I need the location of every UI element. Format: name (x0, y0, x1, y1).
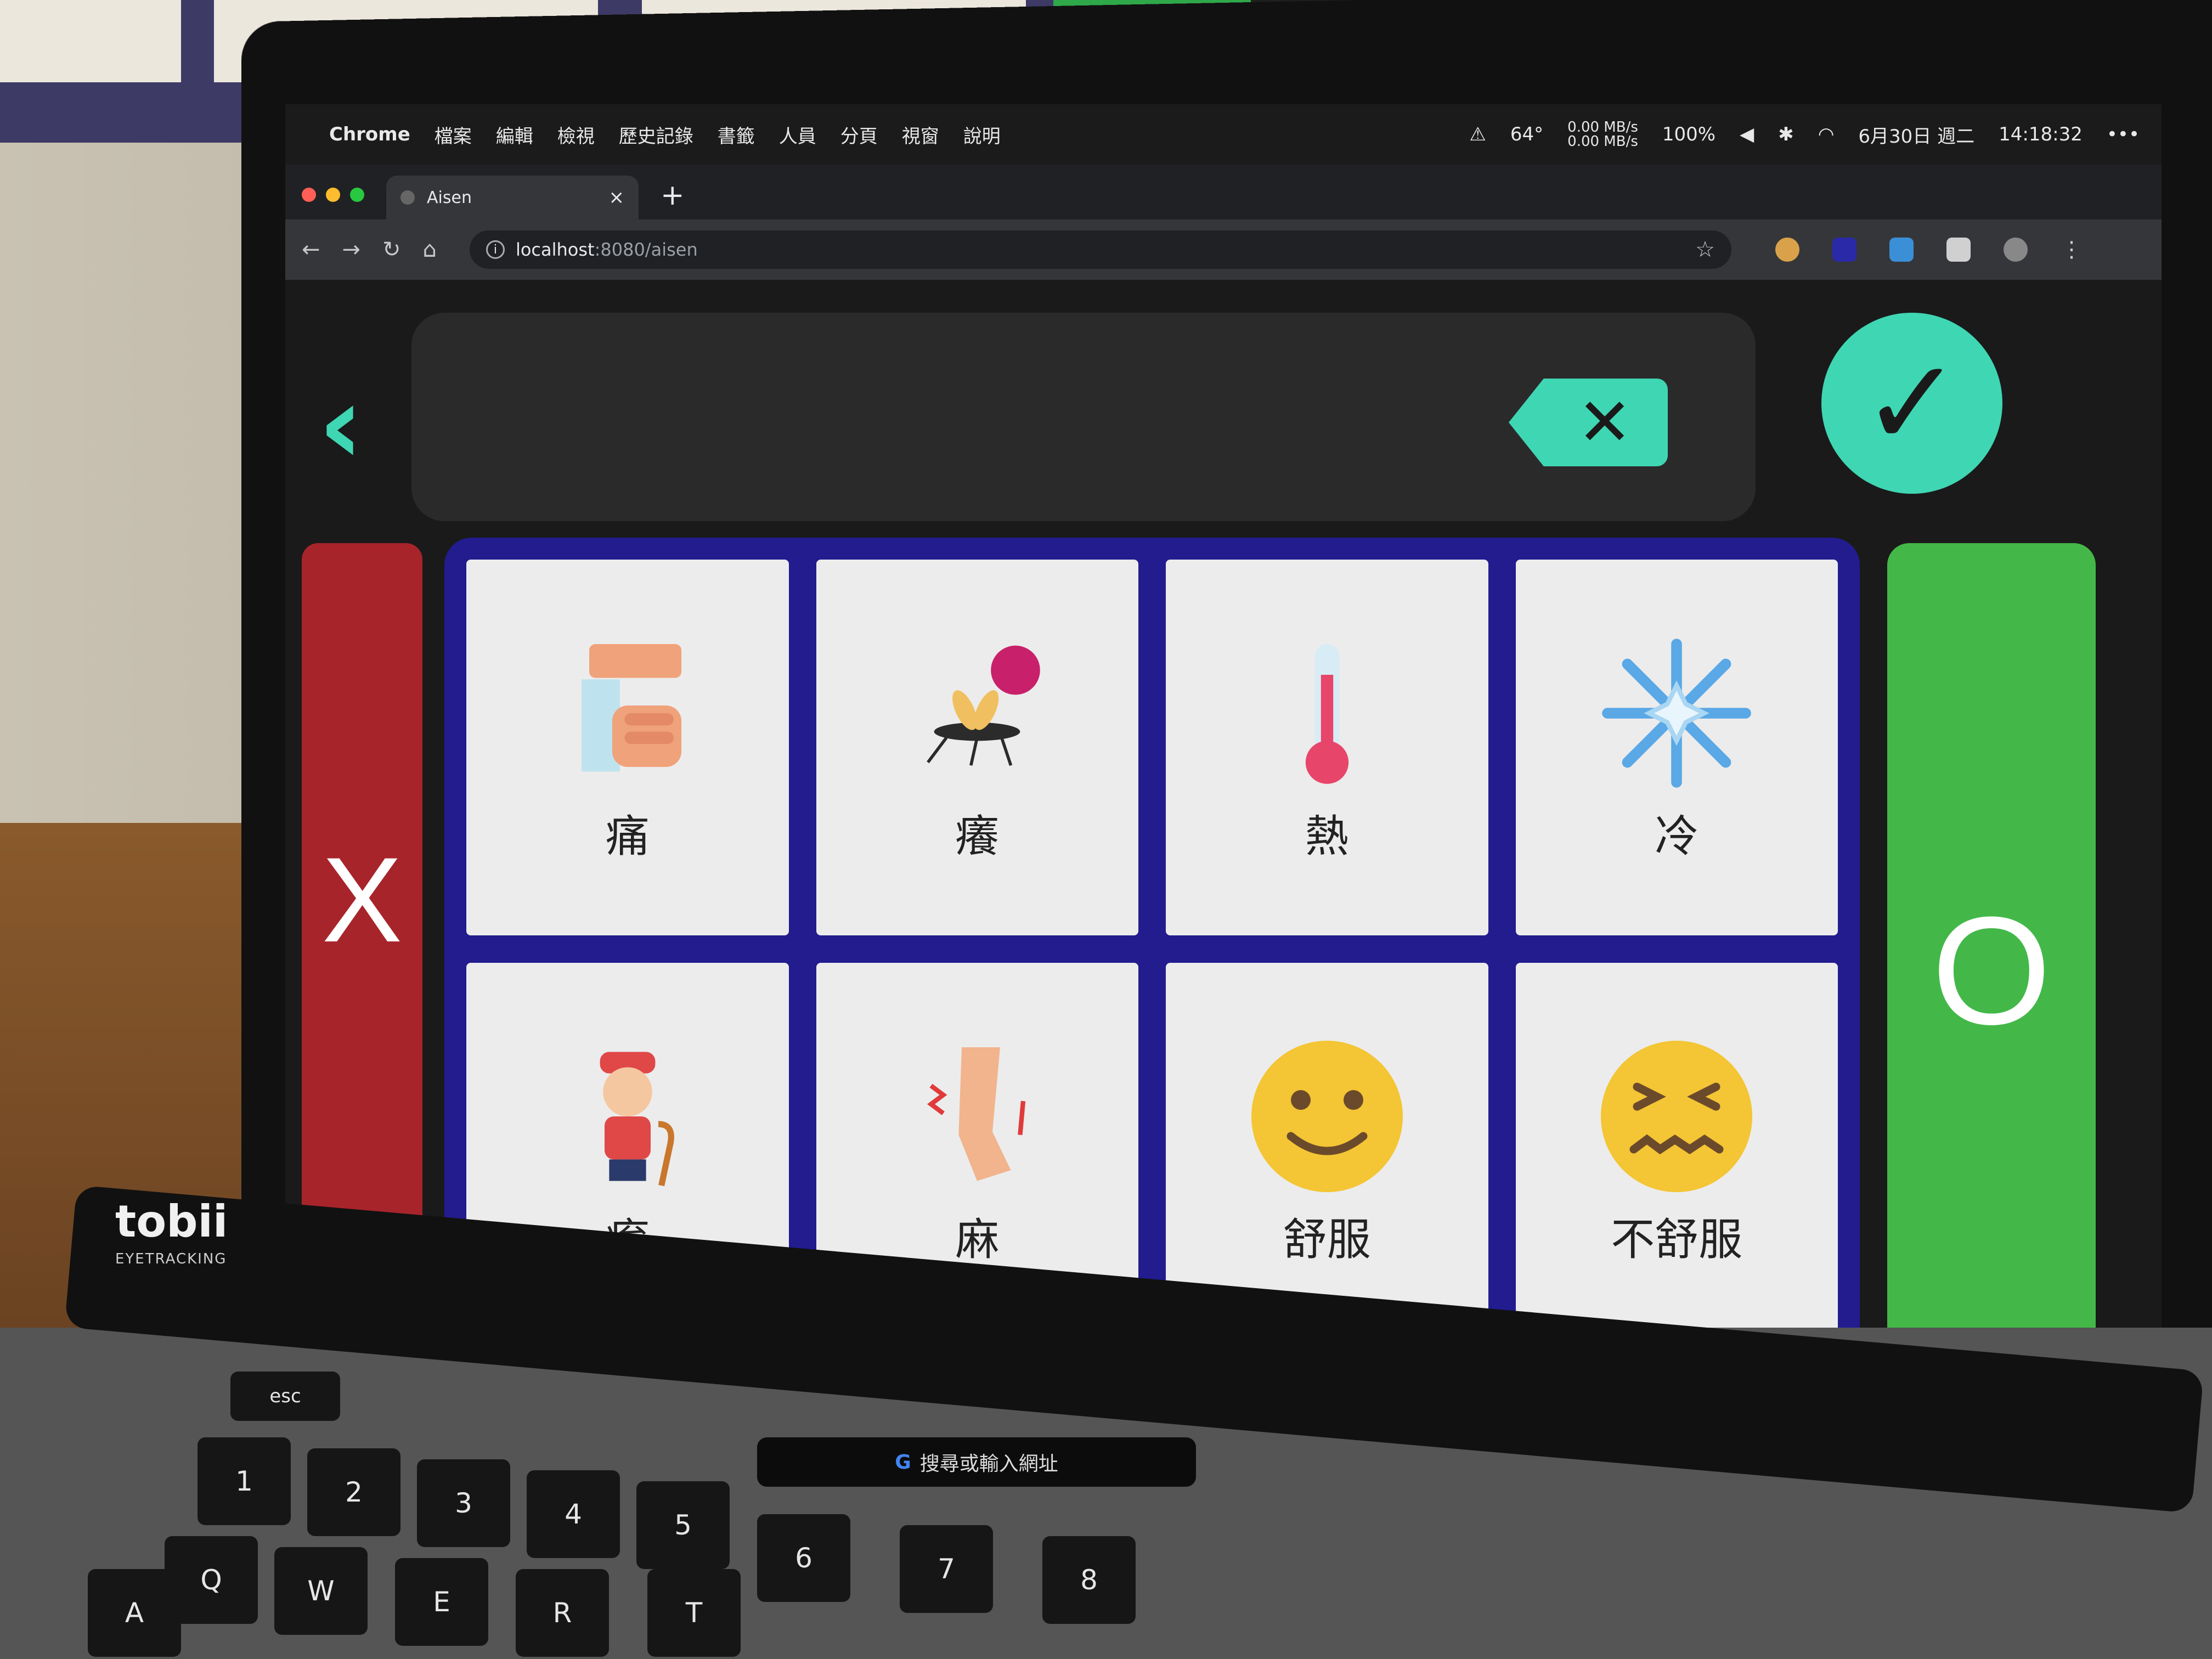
tab-title: Aisen (427, 188, 472, 207)
menu-view[interactable]: 檢視 (557, 121, 595, 148)
hand-pain-icon (545, 631, 710, 795)
menu-file[interactable]: 檔案 (435, 121, 472, 148)
symbol-label: 熱 (1305, 810, 1349, 862)
browser-toolbar: ← → ↻ ⌂ i localhost :8080/aisen ☆ ⋮ (285, 219, 2162, 280)
zoom-window-button[interactable] (350, 188, 364, 202)
no-button[interactable]: X (302, 543, 422, 1256)
key[interactable]: 6 (757, 1514, 850, 1602)
touch-bar-search[interactable]: G 搜尋或輸入網址 (757, 1437, 1196, 1487)
touch-bar-search-label: 搜尋或輸入網址 (919, 1453, 1058, 1475)
yes-button[interactable]: O (1887, 543, 2096, 1399)
background-card (0, 0, 181, 82)
key[interactable]: 7 (900, 1525, 993, 1613)
key[interactable]: E (395, 1558, 488, 1646)
cookie-extension-icon[interactable] (1775, 238, 1799, 262)
puzzle-extension-icon[interactable] (1946, 238, 1971, 262)
back-arrow-icon[interactable]: ← (302, 237, 320, 262)
key[interactable]: 4 (527, 1470, 620, 1558)
window-controls (302, 188, 364, 202)
leg-numb-icon (895, 1034, 1059, 1199)
tobii-logo: tobii (115, 1196, 228, 1247)
symbol-label: 不舒服 (1611, 1214, 1743, 1265)
reload-icon[interactable]: ↻ (382, 237, 401, 262)
menu-date[interactable]: 6月30日 週二 (1858, 121, 1974, 148)
menu-window[interactable]: 視窗 (902, 121, 939, 148)
key[interactable]: 8 (1042, 1536, 1136, 1624)
profile-avatar[interactable] (2003, 238, 2028, 262)
address-bar[interactable]: i localhost :8080/aisen ☆ (469, 230, 1731, 269)
new-tab-button[interactable]: + (661, 179, 685, 212)
symbol-label: 癢 (955, 810, 1000, 862)
network-speed[interactable]: 0.00 MB/s 0.00 MB/s (1567, 120, 1638, 149)
volume-icon[interactable]: ◀ (1740, 123, 1754, 145)
wifi-icon[interactable]: ◠ (1818, 123, 1835, 145)
smile-face-icon (1245, 1034, 1409, 1199)
key[interactable]: 1 (198, 1437, 291, 1525)
mosquito-icon (895, 631, 1059, 795)
symbol-card[interactable]: 不舒服 (1515, 963, 1838, 1339)
bluetooth-icon[interactable]: ✱ (1778, 123, 1794, 145)
key[interactable]: R (516, 1569, 609, 1657)
key[interactable]: 5 (636, 1481, 730, 1569)
backspace-button[interactable]: ✕ (1509, 379, 1668, 466)
thermometer-icon (1245, 631, 1409, 795)
menu-help[interactable]: 說明 (963, 121, 1001, 148)
symbol-label: 冷 (1655, 810, 1699, 862)
close-window-button[interactable] (302, 188, 316, 202)
key[interactable]: T (647, 1569, 741, 1657)
battery-readout[interactable]: 100% (1662, 123, 1716, 145)
menu-history[interactable]: 歷史記錄 (619, 121, 693, 148)
browser-tab-strip: Aisen × + (285, 165, 2162, 219)
key[interactable]: W (274, 1547, 368, 1635)
snowflake-icon (1594, 631, 1759, 795)
mac-menu-bar: Chrome 檔案 編輯 檢視 歷史記錄 書籤 人員 分頁 視窗 說明 ⚠ 64… (285, 104, 2162, 165)
menu-edit[interactable]: 編輯 (496, 121, 533, 148)
bookmark-star-icon[interactable]: ☆ (1695, 237, 1715, 262)
extensions-area: ⋮ (1775, 237, 2083, 262)
chrome-menu-icon[interactable]: ⋮ (2061, 237, 2083, 262)
site-info-icon[interactable]: i (486, 240, 505, 259)
key[interactable]: A (88, 1569, 181, 1657)
symbol-label: 痛 (605, 810, 650, 862)
back-button[interactable]: ‹ (318, 370, 379, 480)
menu-app-name[interactable]: Chrome (329, 123, 410, 145)
key[interactable]: 2 (307, 1448, 400, 1536)
symbol-card[interactable]: 熱 (1166, 560, 1488, 935)
symbol-label: 麻 (955, 1214, 1000, 1265)
net-down-readout: 0.00 MB/s (1567, 133, 1638, 150)
symbol-card[interactable]: 痛 (466, 560, 789, 935)
url-path: :8080/aisen (594, 239, 698, 260)
minimize-window-button[interactable] (326, 188, 340, 202)
menu-people[interactable]: 人員 (779, 121, 816, 148)
symbol-label: 舒服 (1283, 1214, 1371, 1265)
sentence-display: ✕ (411, 313, 1756, 521)
more-icon[interactable]: ••• (2107, 123, 2140, 145)
url-host: localhost (515, 239, 595, 260)
temperature-readout[interactable]: 64° (1510, 123, 1543, 145)
symbol-card[interactable]: 舒服 (1166, 963, 1488, 1339)
symbol-card[interactable]: 冷 (1515, 560, 1838, 935)
warning-icon[interactable]: ⚠ (1469, 123, 1486, 145)
key-esc[interactable]: esc (230, 1372, 340, 1421)
uncomfortable-face-icon (1594, 1034, 1759, 1199)
key[interactable]: 3 (417, 1459, 510, 1547)
browser-tab[interactable]: Aisen × (386, 176, 639, 219)
cube-extension-icon[interactable] (1832, 238, 1857, 262)
tab-close-icon[interactable]: × (609, 187, 625, 208)
old-man-icon (545, 1034, 710, 1199)
window-extension-icon[interactable] (1889, 238, 1914, 262)
confirm-button[interactable]: ✓ (1821, 313, 2002, 494)
home-icon[interactable]: ⌂ (423, 237, 437, 262)
google-icon: G (895, 1451, 911, 1474)
menu-tab[interactable]: 分頁 (840, 121, 878, 148)
tab-favicon-icon (400, 190, 415, 205)
menu-time[interactable]: 14:18:32 (1999, 123, 2083, 145)
menu-status-area: ⚠ 64° 0.00 MB/s 0.00 MB/s 100% ◀ ✱ ◠ 6月3… (1469, 120, 2140, 149)
tobii-subtitle: EYETRACKING (115, 1251, 227, 1267)
symbol-card[interactable]: 癢 (816, 560, 1138, 935)
forward-arrow-icon[interactable]: → (342, 237, 361, 262)
menu-bookmarks[interactable]: 書籤 (718, 121, 755, 148)
